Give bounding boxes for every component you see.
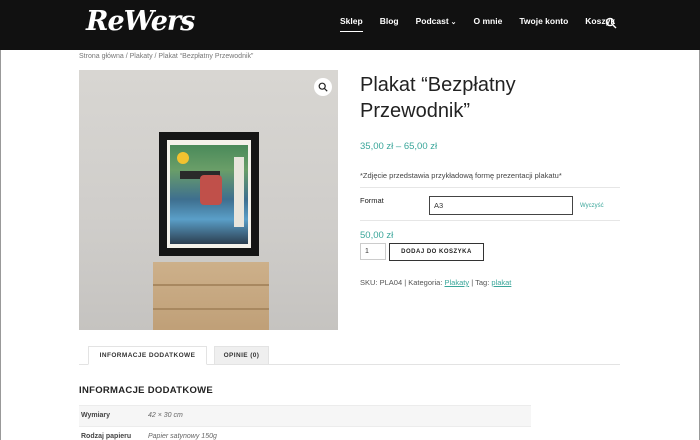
- poster-frame: [159, 132, 259, 256]
- product-image[interactable]: [79, 70, 338, 330]
- category-label: | Kategoria:: [402, 278, 445, 287]
- tab-reviews[interactable]: OPINIE (0): [214, 346, 269, 365]
- tag-link[interactable]: plakat: [491, 278, 511, 287]
- breadcrumb-current: Plakat “Bezpłatny Przewodnik”: [158, 53, 254, 60]
- section-heading: INFORMACJE DODATKOWE: [79, 385, 214, 396]
- magnifier-icon[interactable]: [314, 78, 332, 96]
- table-row: Rodzaj papieru Papier satynowy 150g: [79, 426, 531, 440]
- poster-vertical-strip: [234, 157, 244, 227]
- site-logo[interactable]: ReWers: [86, 6, 195, 37]
- poster-figure-shape: [200, 175, 222, 205]
- nav-item-podcast[interactable]: Podcast ⌄: [416, 16, 457, 26]
- chevron-down-icon: ⌄: [450, 19, 457, 26]
- nav-item-twoje-konto[interactable]: Twoje konto: [519, 16, 568, 26]
- wooden-crate: [153, 262, 269, 330]
- category-link[interactable]: Plakaty: [445, 278, 470, 287]
- tag-label: | Tag:: [469, 278, 492, 287]
- attribute-name: Rodzaj papieru: [81, 433, 132, 440]
- search-icon[interactable]: [605, 16, 617, 29]
- variant-price: 50,00 zł: [360, 230, 394, 241]
- nav-item-o-mnie[interactable]: O mnie: [474, 16, 503, 26]
- poster-mat: [167, 140, 251, 248]
- sku-value: PLA04: [379, 278, 403, 287]
- price-range: 35,00 zł – 65,00 zł: [360, 141, 438, 152]
- attribute-name: Wymiary: [81, 412, 111, 419]
- product-title: Plakat “Bezpłatny Przewodnik”: [360, 74, 516, 122]
- breadcrumb: Strona główna / Plakaty / Plakat “Bezpła…: [79, 53, 253, 60]
- table-row: Wymiary 42 × 30 cm: [79, 405, 531, 426]
- page-frame-left: [0, 50, 1, 440]
- poster-artwork: [170, 145, 248, 244]
- tab-additional-info[interactable]: INFORMACJE DODATKOWE: [88, 346, 207, 365]
- format-select[interactable]: A3: [429, 196, 573, 215]
- crate-plank-line: [153, 284, 269, 286]
- attribute-value: 42 × 30 cm: [148, 412, 183, 419]
- reset-variation-link[interactable]: Wyczyść: [580, 203, 604, 209]
- main-nav: Sklep Blog Podcast ⌄ O mnie Twoje konto K…: [340, 16, 632, 32]
- breadcrumb-category[interactable]: Plakaty: [130, 53, 153, 60]
- attribute-value: Papier satynowy 150g: [148, 433, 217, 440]
- nav-item-podcast-label: Podcast: [415, 16, 449, 26]
- product-meta: SKU: PLA04 | Kategoria: Plakaty | Tag: p…: [360, 278, 511, 287]
- product-note: *Zdjęcie przedstawia przykładową formę p…: [360, 171, 562, 180]
- sku-label: SKU:: [360, 278, 380, 287]
- add-to-cart-button[interactable]: DODAJ DO KOSZYKA: [389, 243, 484, 261]
- poster-sun-shape: [177, 152, 189, 164]
- breadcrumb-home[interactable]: Strona główna: [79, 53, 124, 60]
- quantity-input[interactable]: 1: [360, 243, 386, 260]
- site-header: ReWers Sklep Blog Podcast ⌄ O mnie Twoje …: [0, 0, 700, 50]
- nav-item-sklep[interactable]: Sklep: [340, 16, 363, 32]
- divider: [360, 220, 620, 221]
- format-label: Format: [360, 196, 384, 205]
- nav-item-blog[interactable]: Blog: [380, 16, 399, 26]
- crate-plank-line: [153, 308, 269, 310]
- divider: [360, 187, 620, 188]
